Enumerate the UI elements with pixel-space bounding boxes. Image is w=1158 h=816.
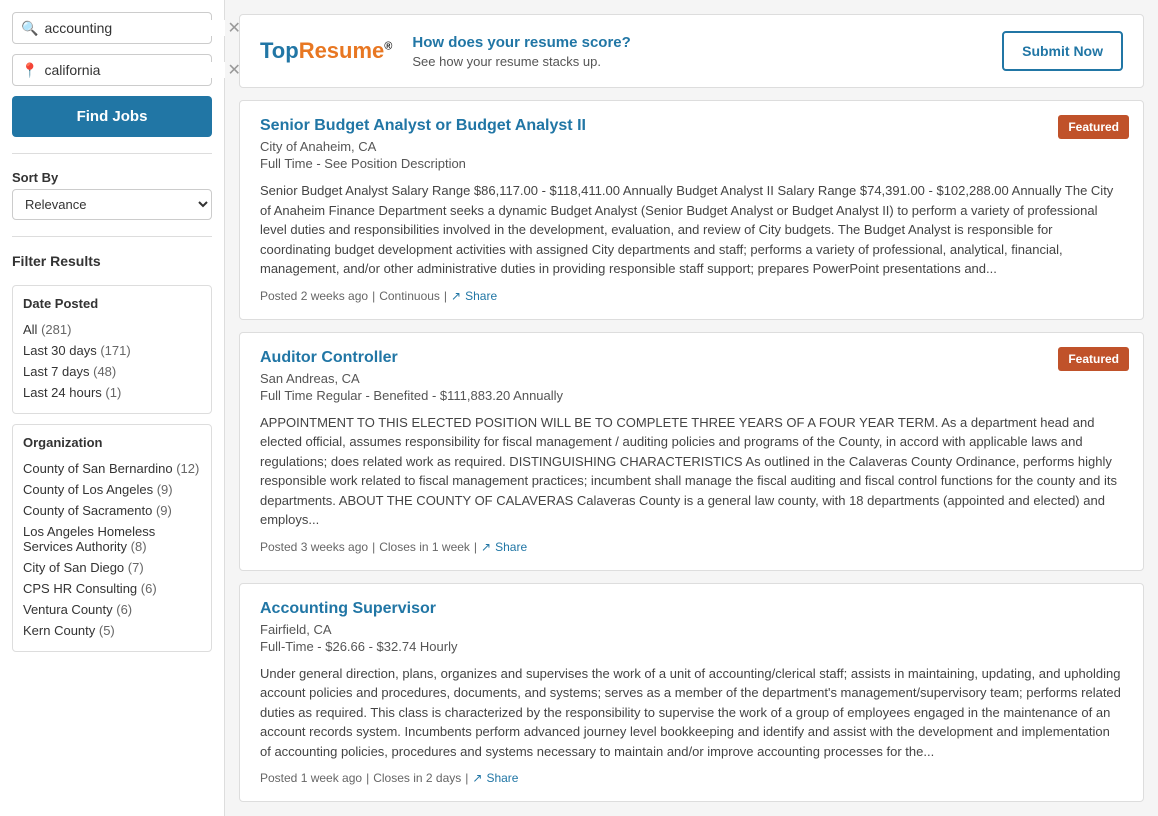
- job-location-1: City of Anaheim, CA: [260, 139, 1123, 154]
- submit-now-button[interactable]: Submit Now: [1002, 31, 1123, 71]
- filter-last-30[interactable]: Last 30 days (171): [23, 340, 201, 361]
- org-cps-hr[interactable]: CPS HR Consulting (6): [23, 578, 201, 599]
- job-posted-1: Posted 2 weeks ago: [260, 289, 368, 303]
- location-input-wrap: 📍 ✕: [12, 54, 212, 86]
- job-desc-1: Senior Budget Analyst Salary Range $86,1…: [260, 181, 1123, 279]
- location-icon: 📍: [21, 62, 38, 79]
- share-icon-2: ↗: [481, 540, 491, 554]
- featured-badge-1: Featured: [1058, 115, 1129, 139]
- job-desc-2: APPOINTMENT TO THIS ELECTED POSITION WIL…: [260, 413, 1123, 530]
- separator-1: |: [372, 289, 375, 303]
- separator-2: |: [372, 540, 375, 554]
- search-icon: 🔍: [21, 20, 38, 37]
- job-posted-3: Posted 1 week ago: [260, 771, 362, 785]
- filter-last-7[interactable]: Last 7 days (48): [23, 361, 201, 382]
- job-continuous-1: Continuous: [379, 289, 440, 303]
- separator-2b: |: [474, 540, 477, 554]
- job-card-3: Accounting Supervisor Fairfield, CA Full…: [239, 583, 1144, 803]
- search-input[interactable]: [44, 20, 225, 36]
- banner-headline: How does your resume score?: [412, 34, 982, 51]
- find-jobs-button[interactable]: Find Jobs: [12, 96, 212, 137]
- org-san-bernardino[interactable]: County of San Bernardino (12): [23, 458, 201, 479]
- job-location-3: Fairfield, CA: [260, 622, 1123, 637]
- separator-3b: |: [465, 771, 468, 785]
- job-posted-2: Posted 3 weeks ago: [260, 540, 368, 554]
- job-card-1: Featured Senior Budget Analyst or Budget…: [239, 100, 1144, 320]
- sort-by-label: Sort By: [12, 170, 212, 185]
- featured-badge-2: Featured: [1058, 347, 1129, 371]
- job-card-2: Featured Auditor Controller San Andreas,…: [239, 332, 1144, 571]
- org-la-homeless[interactable]: Los Angeles Homeless Services Authority …: [23, 521, 201, 557]
- sort-by-section: Sort By Relevance: [12, 170, 212, 220]
- organization-title: Organization: [23, 435, 201, 450]
- location-input[interactable]: [44, 62, 225, 78]
- divider-2: [12, 236, 212, 237]
- org-ventura[interactable]: Ventura County (6): [23, 599, 201, 620]
- topresume-logo: TopResume®: [260, 38, 392, 64]
- banner-subtext: See how your resume stacks up.: [412, 54, 982, 69]
- topresume-banner: TopResume® How does your resume score? S…: [239, 14, 1144, 88]
- date-posted-title: Date Posted: [23, 296, 201, 311]
- filter-last-24[interactable]: Last 24 hours (1): [23, 382, 201, 403]
- divider-1: [12, 153, 212, 154]
- job-continuous-2: Closes in 1 week: [379, 540, 470, 554]
- filter-results-heading: Filter Results: [12, 253, 212, 269]
- banner-text-block: How does your resume score? See how your…: [412, 34, 982, 69]
- job-type-1: Full Time - See Position Description: [260, 156, 1123, 171]
- org-los-angeles[interactable]: County of Los Angeles (9): [23, 479, 201, 500]
- job-title-3[interactable]: Accounting Supervisor: [260, 600, 1123, 618]
- job-location-2: San Andreas, CA: [260, 371, 1123, 386]
- job-footer-1: Posted 2 weeks ago | Continuous | ↗ Shar…: [260, 289, 1123, 303]
- separator-1b: |: [444, 289, 447, 303]
- share-link-1[interactable]: Share: [465, 289, 497, 303]
- main-content: TopResume® How does your resume score? S…: [225, 0, 1158, 816]
- organization-filter: Organization County of San Bernardino (1…: [12, 424, 212, 652]
- search-input-wrap: 🔍 ✕: [12, 12, 212, 44]
- org-kern[interactable]: Kern County (5): [23, 620, 201, 641]
- job-title-1[interactable]: Senior Budget Analyst or Budget Analyst …: [260, 117, 1123, 135]
- filter-all[interactable]: All (281): [23, 319, 201, 340]
- date-posted-filter: Date Posted All (281) Last 30 days (171)…: [12, 285, 212, 414]
- sort-select[interactable]: Relevance: [12, 189, 212, 220]
- job-title-2[interactable]: Auditor Controller: [260, 349, 1123, 367]
- share-link-3[interactable]: Share: [486, 771, 518, 785]
- job-continuous-3: Closes in 2 days: [373, 771, 461, 785]
- job-type-3: Full-Time - $26.66 - $32.74 Hourly: [260, 639, 1123, 654]
- sidebar: 🔍 ✕ 📍 ✕ Find Jobs Sort By Relevance Filt…: [0, 0, 225, 816]
- share-icon-1: ↗: [451, 289, 461, 303]
- share-icon-3: ↗: [472, 771, 482, 785]
- job-desc-3: Under general direction, plans, organize…: [260, 664, 1123, 762]
- share-link-2[interactable]: Share: [495, 540, 527, 554]
- job-footer-3: Posted 1 week ago | Closes in 2 days | ↗…: [260, 771, 1123, 785]
- separator-3: |: [366, 771, 369, 785]
- org-sacramento[interactable]: County of Sacramento (9): [23, 500, 201, 521]
- job-footer-2: Posted 3 weeks ago | Closes in 1 week | …: [260, 540, 1123, 554]
- job-type-2: Full Time Regular - Benefited - $111,883…: [260, 388, 1123, 403]
- org-san-diego[interactable]: City of San Diego (7): [23, 557, 201, 578]
